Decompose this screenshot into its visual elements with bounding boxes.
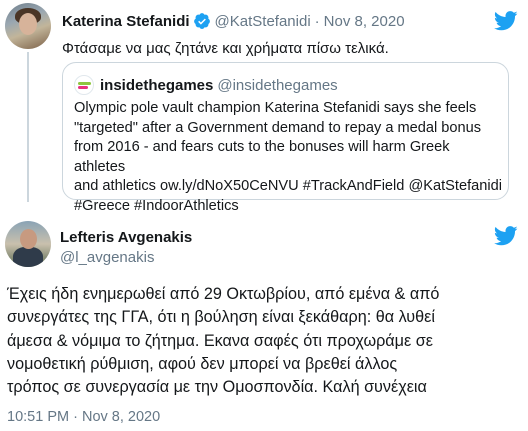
logo-bar-green [78, 82, 91, 85]
quoted-user-handle: @insidethegames [217, 76, 338, 94]
separator-dot: · [73, 409, 78, 425]
user-handle[interactable]: @KatStefanidi [215, 13, 311, 30]
display-name[interactable]: Katerina Stefanidi [62, 13, 190, 30]
tweet-timestamp[interactable]: 10:51 PM · Nov 8, 2020 [7, 409, 160, 425]
twitter-bird-icon[interactable] [494, 10, 518, 32]
tweet-date[interactable]: Nov 8, 2020 [324, 13, 405, 30]
tweet-text-line: Έχεις ήδη ενημερωθεί από 29 Οκτωβρίου, α… [7, 285, 440, 303]
thread-connector-line [27, 52, 29, 202]
quoted-tweet-header: insidethegames @insidethegames [74, 75, 338, 95]
tweet-text: Έχεις ήδη ενημερωθεί από 29 Οκτωβρίου, α… [7, 283, 523, 399]
quoted-text-line: Olympic pole vault champion Katerina Ste… [74, 100, 477, 116]
tweet-time[interactable]: 10:51 PM [7, 409, 69, 425]
tweet-text-line: τρόπος σε συνεργασία με την Ομοσπονδία. … [7, 378, 427, 397]
quoted-tweet-text: Olympic pole vault champion Katerina Ste… [74, 99, 504, 217]
quoted-text-line: #Greece #IndoorAthletics [74, 197, 239, 214]
quoted-avatar [74, 75, 94, 95]
tweet-header: Katerina Stefanidi @KatStefanidi · Nov 8… [62, 12, 405, 30]
quoted-display-name: insidethegames [100, 76, 214, 94]
twitter-bird-icon[interactable] [494, 225, 518, 247]
tweet-text-line: νομοθετική ρύθμιση, αφού δεν μπορεί να β… [7, 354, 398, 373]
quoted-tweet-card[interactable]: insidethegames @insidethegames Olympic p… [62, 62, 509, 214]
quoted-text-line: "targeted" after a Government demand to … [74, 119, 482, 136]
tweet-text: Φτάσαμε να μας ζητάνε και χρήματα πίσω τ… [62, 40, 389, 57]
replied-tweet[interactable]: Katerina Stefanidi @KatStefanidi · Nov 8… [0, 0, 528, 214]
verified-badge-icon [193, 13, 210, 29]
quoted-text-line: from 2016 - and fears cuts to the bonuse… [74, 139, 450, 175]
tweet-text-line: άμεσα & νόμιμα το ζήτημα. Εκανα σαφές ότ… [7, 331, 433, 350]
separator-dot: · [314, 12, 320, 30]
tweet-text-line: συνεργάτες της ΓΓΑ, ότι η βούληση είναι … [7, 308, 435, 327]
avatar[interactable] [5, 3, 51, 49]
avatar[interactable] [5, 221, 51, 267]
display-name[interactable]: Lefteris Avgenakis [60, 229, 192, 246]
logo-bar-pink [78, 86, 88, 89]
user-handle[interactable]: @l_avgenakis [60, 249, 154, 266]
quoted-text-line: and athletics ow.ly/dNoX50CeNVU #TrackAn… [74, 178, 502, 195]
avatar-body [13, 247, 43, 267]
avatar-face [20, 229, 37, 249]
avatar-face [19, 13, 37, 35]
tweet-date[interactable]: Nov 8, 2020 [82, 409, 160, 425]
